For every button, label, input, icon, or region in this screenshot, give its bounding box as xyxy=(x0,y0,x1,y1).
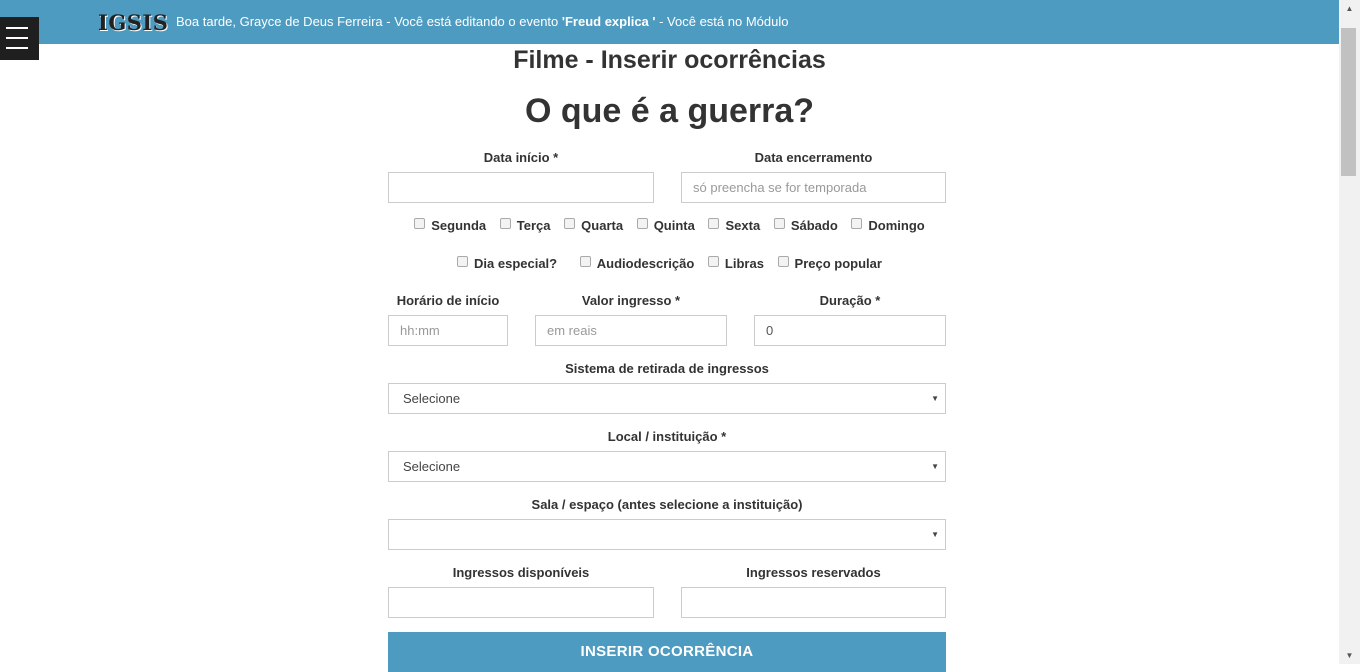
scroll-down-arrow-icon[interactable]: ▼ xyxy=(1339,647,1360,664)
dropdown-arrow-icon: ▼ xyxy=(931,530,939,539)
checkbox-segunda[interactable]: Segunda xyxy=(414,218,486,233)
checkbox-box[interactable] xyxy=(707,256,719,267)
checkbox-preco-popular[interactable]: Preço popular xyxy=(777,256,882,271)
data-inicio-input[interactable] xyxy=(388,172,654,203)
data-encerramento-label: Data encerramento xyxy=(754,150,873,165)
sala-select[interactable]: ▼ xyxy=(388,519,946,550)
ingressos-reservados-input[interactable] xyxy=(681,587,946,618)
ingressos-disponiveis-label: Ingressos disponíveis xyxy=(452,565,590,580)
page-title: Filme - Inserir ocorrências xyxy=(513,46,826,74)
data-inicio-label: Data início * xyxy=(483,150,559,165)
horario-label: Horário de início xyxy=(396,293,500,308)
scroll-up-arrow-icon[interactable]: ▲ xyxy=(1339,0,1360,17)
checkbox-label: Sexta xyxy=(725,218,761,233)
ingressos-disponiveis-input[interactable] xyxy=(388,587,654,618)
checkbox-box[interactable] xyxy=(499,218,511,229)
checkbox-terca[interactable]: Terça xyxy=(499,218,551,233)
checkbox-label: Quarta xyxy=(581,218,624,233)
checkbox-label: Domingo xyxy=(868,218,925,233)
retirada-selected: Selecione xyxy=(403,391,461,406)
checkbox-audiodescricao[interactable]: Audiodescrição xyxy=(579,256,695,271)
checkbox-label: Sábado xyxy=(790,218,838,233)
checkbox-dia-especial[interactable]: Dia especial? xyxy=(457,256,557,271)
retirada-label: Sistema de retirada de ingressos xyxy=(565,361,769,376)
checkbox-domingo[interactable]: Domingo xyxy=(851,218,925,233)
app-logo[interactable]: IGSIS xyxy=(98,10,168,35)
checkbox-label: Libras xyxy=(724,256,764,271)
valor-label: Valor ingresso * xyxy=(581,293,681,308)
greeting-prefix: Boa tarde, Grayce de Deus Ferreira - Voc… xyxy=(176,14,562,29)
checkbox-box[interactable] xyxy=(414,218,426,229)
greeting-suffix: - Você está no Módulo xyxy=(655,14,789,29)
checkbox-label: Quinta xyxy=(653,218,695,233)
checkbox-quarta[interactable]: Quarta xyxy=(564,218,623,233)
dropdown-arrow-icon: ▼ xyxy=(931,462,939,471)
hamburger-menu-icon[interactable] xyxy=(0,17,39,60)
checkbox-box[interactable] xyxy=(708,218,720,229)
event-name: 'Freud explica ' xyxy=(561,14,656,29)
checkbox-quinta[interactable]: Quinta xyxy=(636,218,695,233)
checkbox-sabado[interactable]: Sábado xyxy=(773,218,838,233)
local-label: Local / instituição * xyxy=(607,429,727,444)
vertical-scrollbar[interactable]: ▲ ▼ xyxy=(1339,0,1360,664)
data-encerramento-input[interactable]: só preencha se for temporada xyxy=(681,172,946,203)
retirada-select[interactable]: Selecione ▼ xyxy=(388,383,946,414)
checkbox-libras[interactable]: Libras xyxy=(707,256,764,271)
valor-input[interactable]: em reais xyxy=(535,315,727,346)
scrollbar-thumb[interactable] xyxy=(1341,28,1356,176)
duracao-label: Duração * xyxy=(819,293,881,308)
top-bar: IGSIS Boa tarde, Grayce de Deus Ferreira… xyxy=(0,0,1339,44)
local-select[interactable]: Selecione ▼ xyxy=(388,451,946,482)
checkbox-label: Preço popular xyxy=(794,256,882,271)
checkbox-box[interactable] xyxy=(636,218,648,229)
sala-label: Sala / espaço (antes selecione a institu… xyxy=(531,497,803,512)
checkbox-sexta[interactable]: Sexta xyxy=(708,218,760,233)
inserir-ocorrencia-button[interactable]: INSERIR OCORRÊNCIA xyxy=(388,632,946,672)
event-title: O que é a guerra? xyxy=(524,92,815,130)
checkbox-box[interactable] xyxy=(457,256,469,267)
ingressos-reservados-label: Ingressos reservados xyxy=(746,565,881,580)
special-checkboxes: Dia especial? Audiodescrição Libras Preç… xyxy=(0,256,1339,271)
checkbox-box[interactable] xyxy=(564,218,576,229)
checkbox-label: Segunda xyxy=(431,218,487,233)
checkbox-box[interactable] xyxy=(773,218,785,229)
dropdown-arrow-icon: ▼ xyxy=(931,394,939,403)
checkbox-box[interactable] xyxy=(579,256,591,267)
duracao-input[interactable]: 0 xyxy=(754,315,946,346)
checkbox-label: Audiodescrição xyxy=(596,256,695,271)
checkbox-box[interactable] xyxy=(851,218,863,229)
checkbox-label: Terça xyxy=(516,218,551,233)
horario-input[interactable]: hh:mm xyxy=(388,315,508,346)
greeting-text: Boa tarde, Grayce de Deus Ferreira - Voc… xyxy=(176,14,788,29)
checkbox-box[interactable] xyxy=(777,256,789,267)
checkbox-label: Dia especial? xyxy=(474,256,558,271)
weekday-checkboxes: Segunda Terça Quarta Quinta Sexta Sábado… xyxy=(0,218,1339,233)
local-selected: Selecione xyxy=(403,459,461,474)
